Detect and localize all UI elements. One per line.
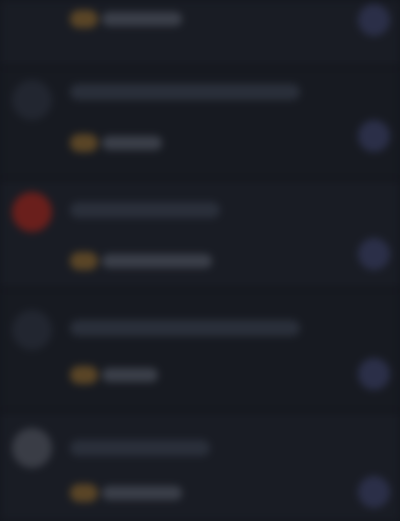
item-action-button[interactable] [358, 238, 390, 270]
meta-text-placeholder [102, 12, 182, 26]
reaction-icon [70, 252, 98, 270]
avatar [12, 428, 52, 468]
avatar [12, 310, 52, 350]
item-meta [70, 484, 182, 502]
avatar [12, 80, 52, 120]
item-title-placeholder [70, 84, 300, 100]
item-action-button[interactable] [358, 476, 390, 508]
item-action-button[interactable] [358, 4, 390, 36]
item-title-placeholder [70, 202, 220, 218]
list-item[interactable] [0, 68, 400, 178]
reaction-icon [70, 484, 98, 502]
reaction-icon [70, 134, 98, 152]
item-title-placeholder [70, 320, 300, 336]
item-title-placeholder [70, 440, 210, 456]
meta-text-placeholder [102, 486, 182, 500]
meta-text-placeholder [102, 368, 158, 382]
meta-text-placeholder [102, 136, 162, 150]
reaction-icon [70, 10, 98, 28]
item-meta [70, 10, 182, 28]
avatar [12, 192, 52, 232]
item-meta [70, 252, 212, 270]
item-meta [70, 134, 162, 152]
list-item[interactable] [0, 180, 400, 288]
reaction-icon [70, 366, 98, 384]
item-meta [70, 366, 158, 384]
item-action-button[interactable] [358, 120, 390, 152]
list-item[interactable] [0, 0, 400, 66]
item-action-button[interactable] [358, 358, 390, 390]
list-item[interactable] [0, 412, 400, 521]
list-item[interactable] [0, 290, 400, 410]
blurred-feed-screen [0, 0, 400, 521]
meta-text-placeholder [102, 254, 212, 268]
